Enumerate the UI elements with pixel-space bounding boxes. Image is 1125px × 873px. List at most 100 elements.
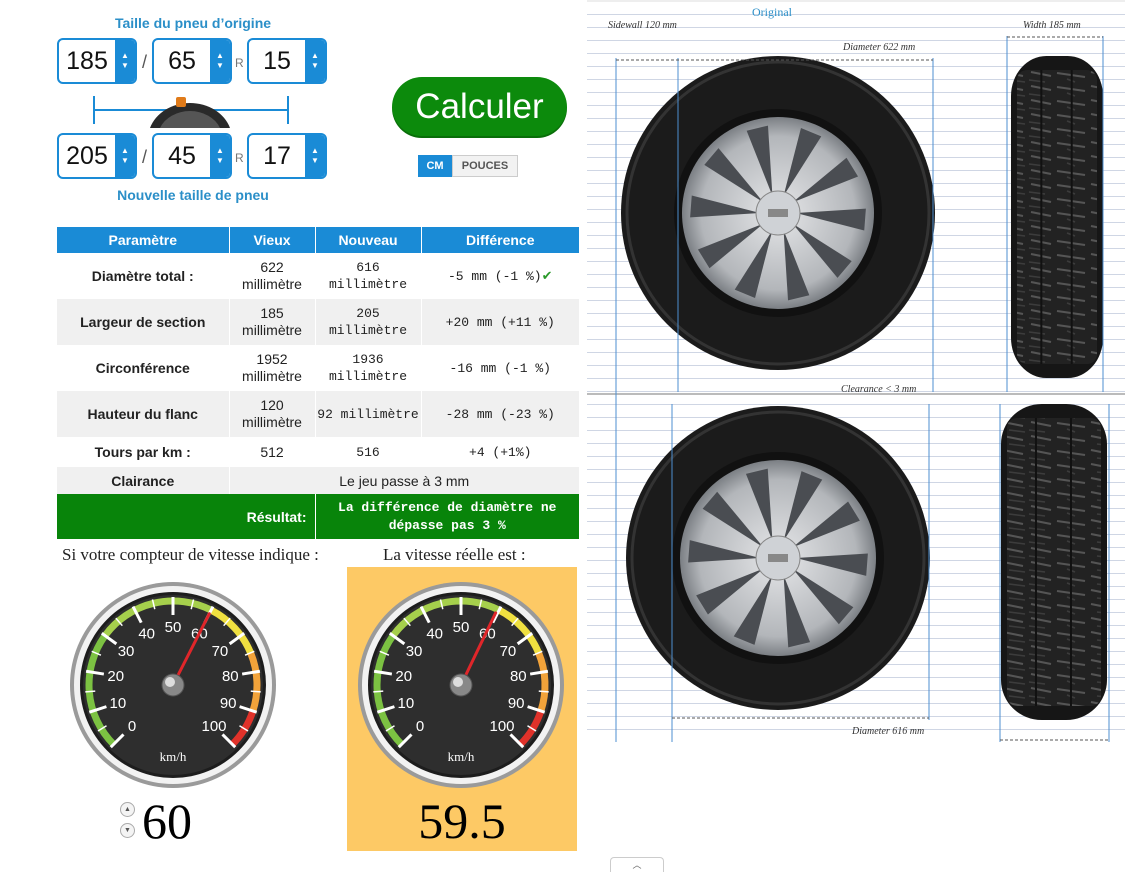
original-rim-select[interactable]: 15 ▲ ▼	[247, 38, 327, 84]
dial-tick-label: 90	[508, 695, 525, 712]
unit-toggle: CM POUCES	[418, 155, 518, 177]
dial-tick-label: 20	[395, 668, 412, 685]
dial-tick-label: 70	[500, 643, 517, 660]
dial-tick-label: 40	[138, 625, 155, 642]
dial-unit-label: km/h	[160, 749, 187, 764]
dial-tick-label: 70	[212, 643, 229, 660]
unit-cm-button[interactable]: CM	[418, 155, 452, 177]
chevron-up-icon: ︿	[632, 860, 642, 870]
new-ratio-select[interactable]: 45 ▲ ▼	[152, 133, 232, 179]
diff-cell: +4 (+1%)	[421, 437, 580, 467]
dial-unit-label: km/h	[448, 749, 475, 764]
indicated-speed-value[interactable]: 60	[142, 792, 192, 850]
real-speed-label: La vitesse réelle est :	[383, 545, 526, 564]
diff-cell: +20 mm (+11 %)	[421, 299, 580, 345]
slash-separator: /	[142, 147, 148, 167]
old-value-cell: 185 millimètre	[229, 299, 316, 345]
real-speedometer: 010203040 50 60708090100km/h	[358, 582, 564, 788]
dial-tick-label: 30	[406, 643, 423, 660]
new-ratio-value: 45	[168, 142, 196, 170]
table-row: Circonférence 1952 millimètre 1936 milli…	[57, 345, 580, 391]
diff-cell: -28 mm (-23 %)	[421, 391, 580, 437]
dial-tick-label: 50	[165, 619, 182, 636]
indicated-speedometer: 0102030405060708090100km/h	[70, 582, 276, 788]
param-cell: Circonférence	[57, 345, 230, 391]
original-size-title: Taille du pneu d’origine	[114, 15, 272, 31]
param-cell: Tours par km :	[57, 437, 230, 467]
r-separator: R	[235, 151, 244, 165]
new-value-cell: 516	[315, 437, 422, 467]
dial-tick-label: 10	[397, 695, 414, 712]
param-cell: Hauteur du flanc	[57, 391, 230, 437]
spinner-icon[interactable]: ▲ ▼	[115, 40, 135, 82]
new-value-cell: 92 millimètre	[315, 391, 422, 437]
dial-tick-label: 90	[220, 695, 237, 712]
table-row: Diamètre total : 622 millimètre 616 mill…	[57, 253, 580, 299]
result-value: La différence de diamètre ne dépasse pas…	[315, 494, 580, 539]
table-row: Tours par km : 512 516 +4 (+1%)	[57, 437, 580, 467]
spinner-icon[interactable]: ▲ ▼	[305, 40, 325, 82]
scroll-top-button[interactable]: ︿	[610, 857, 664, 872]
spinner-icon[interactable]: ▲ ▼	[210, 40, 230, 82]
param-cell: Largeur de section	[57, 299, 230, 345]
new-value-cell: 1936 millimètre	[315, 345, 422, 391]
clearance-value: Le jeu passe à 3 mm	[229, 467, 580, 494]
checkmark-icon: ✔	[541, 268, 553, 284]
dial-tick-label: 100	[201, 718, 226, 735]
new-tread-image	[1001, 404, 1107, 720]
dial-tick-label: 10	[109, 695, 126, 712]
unit-inches-button[interactable]: POUCES	[452, 155, 518, 177]
original-tread-image	[1011, 56, 1103, 378]
calculate-button[interactable]: Calculer	[392, 77, 567, 138]
result-row: Résultat: La différence de diamètre ne d…	[57, 494, 580, 539]
diff-cell: -5 mm (-1 %)✔	[421, 253, 580, 299]
clearance-row: Clairance Le jeu passe à 3 mm	[57, 467, 580, 494]
new-value-cell: 205 millimètre	[315, 299, 422, 345]
new-value-cell: 616 millimètre	[315, 253, 422, 299]
result-label: Résultat:	[57, 494, 316, 539]
spinner-icon[interactable]: ▲ ▼	[210, 135, 230, 177]
tire-size-marking-icon	[93, 96, 289, 128]
slash-separator: /	[142, 52, 148, 72]
old-value-cell: 1952 millimètre	[229, 345, 316, 391]
original-ratio-select[interactable]: 65 ▲ ▼	[152, 38, 232, 84]
new-width-select[interactable]: 205 ▲ ▼	[57, 133, 137, 179]
dial-tick-label: 80	[222, 668, 239, 685]
real-speed-value: 59.5	[418, 793, 506, 849]
speed-stepper[interactable]: ▲ ▼	[120, 800, 138, 842]
dial-tick-label: 20	[107, 668, 124, 685]
diff-cell: -16 mm (-1 %)	[421, 345, 580, 391]
table-header-row: Paramètre Vieux Nouveau Différence	[57, 227, 580, 253]
original-wheel-image	[621, 56, 935, 370]
original-rim-value: 15	[263, 47, 291, 75]
original-width-select[interactable]: 185 ▲ ▼	[57, 38, 137, 84]
dial-tick-label: 50	[453, 619, 470, 636]
column-header: Nouveau	[315, 227, 422, 253]
table-row: Largeur de section 185 millimètre 205 mi…	[57, 299, 580, 345]
stepper-down-icon[interactable]: ▼	[120, 823, 135, 838]
new-rim-select[interactable]: 17 ▲ ▼	[247, 133, 327, 179]
dial-tick-label: 0	[128, 718, 136, 735]
stepper-up-icon[interactable]: ▲	[120, 802, 135, 817]
dial-tick-label: 80	[510, 668, 527, 685]
comparison-table: Paramètre Vieux Nouveau Différence Diamè…	[57, 227, 580, 539]
indicated-speed-label: Si votre compteur de vitesse indique :	[62, 545, 319, 564]
dial-tick-label: 100	[489, 718, 514, 735]
tire-illustrations	[615, 36, 1110, 742]
param-cell: Diamètre total :	[57, 253, 230, 299]
column-header: Différence	[421, 227, 580, 253]
diff-value: -5 mm (-1 %)	[447, 268, 542, 284]
column-header: Paramètre	[57, 227, 230, 253]
dial-tick-label: 30	[118, 643, 135, 660]
spinner-icon[interactable]: ▲ ▼	[115, 135, 135, 177]
old-value-cell: 622 millimètre	[229, 253, 316, 299]
original-width-value: 185	[66, 47, 108, 75]
dial-tick-label: 0	[416, 718, 424, 735]
new-width-value: 205	[66, 142, 108, 170]
new-rim-value: 17	[263, 142, 291, 170]
original-ratio-value: 65	[168, 47, 196, 75]
r-separator: R	[235, 56, 244, 70]
column-header: Vieux	[229, 227, 316, 253]
spinner-icon[interactable]: ▲ ▼	[305, 135, 325, 177]
clearance-label: Clairance	[57, 467, 230, 494]
